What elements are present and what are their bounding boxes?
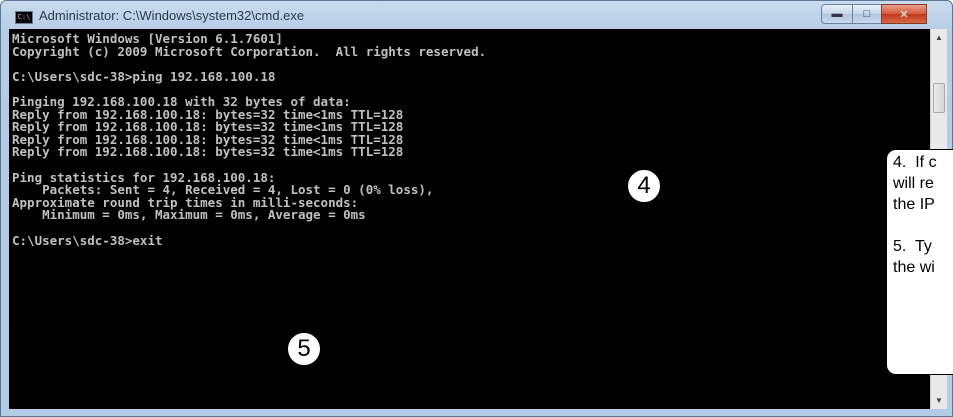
- step-4-badge: 4: [626, 168, 662, 204]
- window-controls: ▬ □ ✕: [821, 4, 927, 24]
- title-bar[interactable]: C:\ Administrator: C:\Windows\system32\c…: [1, 1, 953, 31]
- instruction-callout: 4. If c will re the IP 5. Ty the wi: [886, 149, 953, 375]
- scroll-down-button[interactable]: ▼: [931, 392, 947, 409]
- maximize-button[interactable]: □: [852, 4, 882, 24]
- maximize-icon: □: [863, 8, 871, 20]
- console-line: Minimum = 0ms, Maximum = 0ms, Average = …: [42, 207, 366, 223]
- scroll-up-button[interactable]: ▲: [931, 29, 947, 46]
- console-line: Reply from 192.168.100.18: bytes=32 time…: [12, 144, 404, 160]
- scrollbar-thumb[interactable]: [933, 83, 945, 113]
- console-line: Copyright (c) 2009 Microsoft Corporation…: [12, 43, 487, 59]
- arrow-down-icon: ▼: [935, 396, 943, 405]
- minimize-icon: ▬: [831, 8, 843, 20]
- window-title: Administrator: C:\Windows\system32\cmd.e…: [39, 8, 305, 23]
- cmd-window: C:\ Administrator: C:\Windows\system32\c…: [0, 0, 953, 417]
- arrow-up-icon: ▲: [935, 33, 943, 42]
- console-line: C:\Users\sdc-38>exit: [12, 232, 163, 248]
- console-text: Microsoft Windows [Version 6.1.7601] Cop…: [9, 29, 930, 247]
- console-line: C:\Users\sdc-38>ping 192.168.100.18: [12, 68, 276, 84]
- step-5-badge: 5: [286, 331, 322, 367]
- close-button[interactable]: ✕: [881, 4, 927, 24]
- minimize-button[interactable]: ▬: [821, 4, 853, 24]
- cmd-icon: C:\: [15, 11, 33, 24]
- close-icon: ✕: [899, 8, 909, 21]
- console-output[interactable]: Microsoft Windows [Version 6.1.7601] Cop…: [9, 29, 930, 409]
